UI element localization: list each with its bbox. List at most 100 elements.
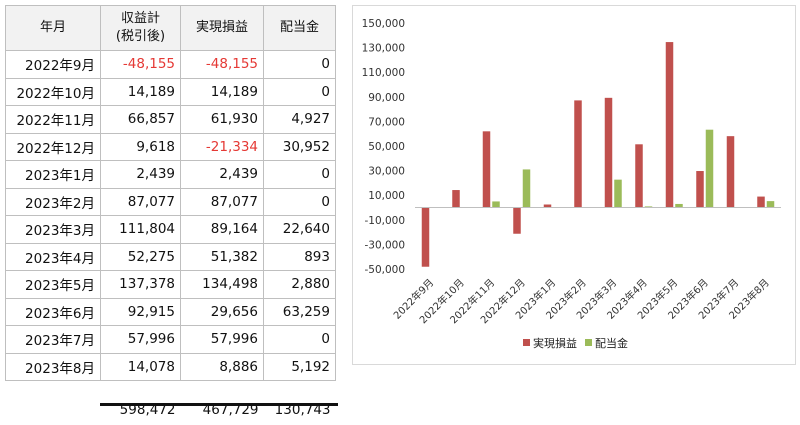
cell-month: 2023年1月 [6,161,101,189]
cell-dividend: 0 [264,78,336,106]
legend: 実現損益 配当金 [523,336,628,350]
cell-dividend: 2,880 [264,271,336,299]
total-spacer [6,381,101,425]
table-row: 2023年5月137,378134,4982,880 [6,271,336,299]
legend-swatch [523,339,530,346]
cell-realized: 2,439 [181,161,264,189]
bar-realized [513,208,521,234]
y-tick-label: 30,000 [368,166,405,178]
table-header-row: 年月 収益計 (税引後) 実現損益 配当金 [6,6,336,51]
cell-dividend: 22,640 [264,216,336,244]
cell-dividend: 63,259 [264,298,336,326]
bar-dividend [614,180,622,208]
header-income-label: 収益計 [121,11,160,26]
cell-income: 52,275 [101,243,181,271]
header-realized: 実現損益 [181,6,264,51]
cell-dividend: 893 [264,243,336,271]
table-row: 2022年9月-48,155-48,1550 [6,51,336,79]
header-income-sub: (税引後) [116,29,165,44]
bar-dividend [675,204,683,208]
bar-realized [483,131,491,207]
y-tick-label: -50,000 [364,264,405,276]
bar-realized [696,171,704,207]
bar-realized [605,98,613,208]
cell-dividend: 5,192 [264,353,336,381]
header-month: 年月 [6,6,101,51]
cell-income: 66,857 [101,106,181,134]
bars [422,42,775,267]
table-row: 2023年7月57,99657,9960 [6,326,336,354]
table-row: 2022年12月9,618-21,33430,952 [6,133,336,161]
cell-month: 2022年10月 [6,78,101,106]
bar-realized [574,100,582,207]
legend-label: 配当金 [595,336,628,350]
cell-realized: 8,886 [181,353,264,381]
cell-realized: -48,155 [181,51,264,79]
cell-realized: 57,996 [181,326,264,354]
cell-realized: -21,334 [181,133,264,161]
y-tick-label: 50,000 [368,141,405,153]
cell-income: 2,439 [101,161,181,189]
table-body: 2022年9月-48,155-48,15502022年10月14,18914,1… [6,51,336,425]
cell-month: 2022年11月 [6,106,101,134]
cell-realized: 51,382 [181,243,264,271]
income-table: 年月 収益計(税引後) 実現損益 配当金 2022年9月-48,155-48,1… [5,5,336,425]
cell-income: 57,996 [101,326,181,354]
cell-income: 137,378 [101,271,181,299]
chart-panel: -50,000 -30,000 -10,000 10,000 30,000 50,000 7… [352,5,796,365]
bar-dividend [492,201,500,207]
cell-dividend: 4,927 [264,106,336,134]
cell-dividend: 30,952 [264,133,336,161]
cell-realized: 89,164 [181,216,264,244]
cell-dividend: 0 [264,188,336,216]
table-row: 2022年10月14,18914,1890 [6,78,336,106]
y-axis: -50,000 -30,000 -10,000 10,000 30,000 50,000 7… [362,18,405,276]
cell-realized: 61,930 [181,106,264,134]
cell-month: 2023年3月 [6,216,101,244]
cell-month: 2023年8月 [6,353,101,381]
header-income: 収益計 (税引後) [101,6,181,51]
cell-income: -48,155 [101,51,181,79]
header-dividend: 配当金 [264,6,336,51]
bar-realized [666,42,674,207]
cell-dividend: 0 [264,161,336,189]
cell-dividend: 0 [264,51,336,79]
y-tick-label: 90,000 [368,92,405,104]
bar-chart: -50,000 -30,000 -10,000 10,000 30,000 50,000 7… [353,6,795,364]
bar-realized [635,144,643,207]
table-row: 2023年6月92,91529,65663,259 [6,298,336,326]
table-row: 2023年4月52,27551,382893 [6,243,336,271]
total-underline [100,403,338,406]
y-tick-label: 110,000 [362,67,405,79]
cell-realized: 87,077 [181,188,264,216]
cell-realized: 134,498 [181,271,264,299]
table-row: 2023年1月2,4392,4390 [6,161,336,189]
table-row: 2023年2月87,07787,0770 [6,188,336,216]
legend-label: 実現損益 [533,336,577,350]
cell-income: 92,915 [101,298,181,326]
cell-month: 2022年9月 [6,51,101,79]
y-tick-label: 70,000 [368,116,405,128]
table-row: 2023年8月14,0788,8865,192 [6,353,336,381]
cell-month: 2023年5月 [6,271,101,299]
cell-realized: 14,189 [181,78,264,106]
bar-realized [727,136,735,207]
bar-dividend [767,201,775,207]
cell-income: 111,804 [101,216,181,244]
bar-dividend [706,130,714,208]
y-tick-label: 130,000 [362,43,405,55]
cell-income: 14,078 [101,353,181,381]
cell-income: 14,189 [101,78,181,106]
cell-income: 87,077 [101,188,181,216]
cell-month: 2023年2月 [6,188,101,216]
table-row: 2023年3月111,80489,16422,640 [6,216,336,244]
y-tick-label: 10,000 [368,190,405,202]
legend-swatch [585,339,592,346]
bar-realized [422,208,430,267]
y-tick-label: -10,000 [364,215,405,227]
table-row: 2022年11月66,85761,9304,927 [6,106,336,134]
cell-dividend: 0 [264,326,336,354]
cell-month: 2023年6月 [6,298,101,326]
cell-realized: 29,656 [181,298,264,326]
y-tick-label: -30,000 [364,239,405,251]
